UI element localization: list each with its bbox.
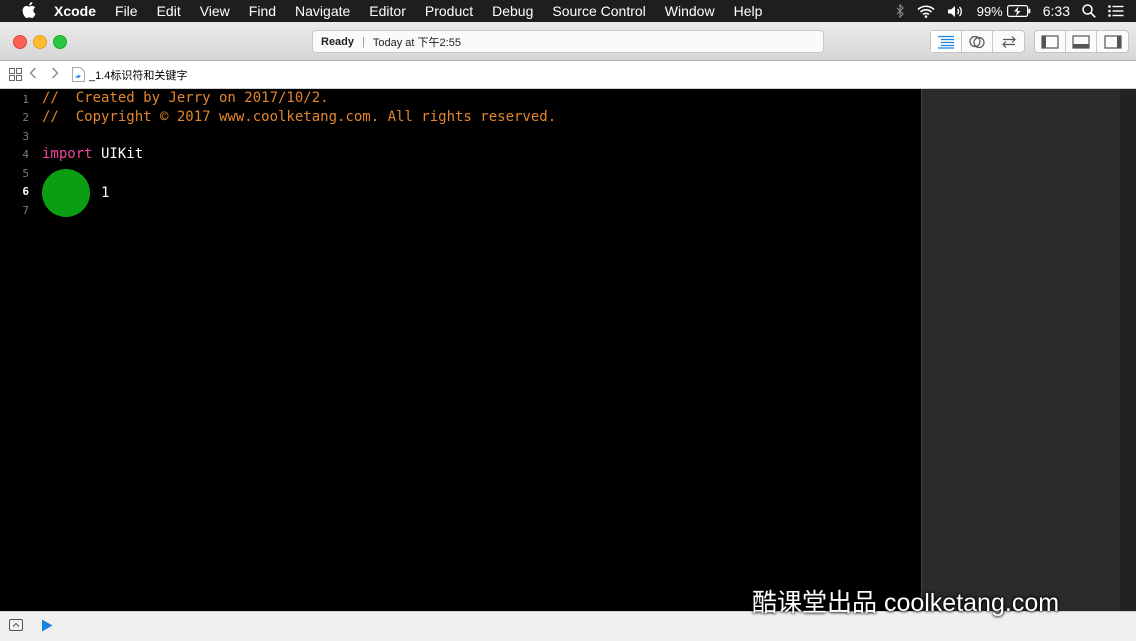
- code-line-comment: // Copyright © 2017 www.coolketang.com. …: [42, 109, 557, 125]
- line-number-current: 6: [22, 185, 29, 198]
- battery-charging-icon[interactable]: [1006, 5, 1031, 17]
- jump-bar: _1.4标识符和关键字: [0, 61, 1136, 89]
- activity-timestamp: Today at 下午2:55: [372, 36, 461, 49]
- menu-edit[interactable]: Edit: [157, 3, 181, 19]
- menu-file[interactable]: File: [115, 3, 138, 19]
- editor-mode-selector: [930, 30, 1025, 53]
- menu-find[interactable]: Find: [249, 3, 276, 19]
- menu-bar: Xcode File Edit View Find Navigate Edito…: [0, 0, 1136, 22]
- bluetooth-icon[interactable]: [895, 4, 905, 18]
- menu-debug[interactable]: Debug: [492, 3, 533, 19]
- watermark: 酷课堂出品 coolketang.com: [752, 589, 1060, 617]
- menu-view[interactable]: View: [200, 3, 230, 19]
- line-number: 7: [22, 204, 29, 217]
- window-close-button[interactable]: [13, 35, 27, 49]
- volume-icon[interactable]: [947, 5, 965, 18]
- version-editor-button[interactable]: [993, 31, 1024, 52]
- panel-toggle-group: [1034, 30, 1129, 53]
- debug-area-toggle-button[interactable]: [1066, 31, 1097, 52]
- wifi-icon[interactable]: [917, 5, 935, 18]
- code-line-import: import UIKit: [42, 146, 143, 162]
- back-chevron-icon[interactable]: [22, 66, 44, 83]
- module-name: UIKit: [92, 146, 144, 162]
- menu-bar-status: 99% 6:33: [895, 0, 1136, 22]
- jump-bar-file-name[interactable]: _1.4标识符和关键字: [89, 67, 187, 83]
- assistant-editor-button[interactable]: [962, 31, 993, 52]
- clock[interactable]: 6:33: [1043, 3, 1070, 19]
- menu-source-control[interactable]: Source Control: [552, 3, 645, 19]
- navigator-toggle-button[interactable]: [1035, 31, 1066, 52]
- line-number: 4: [22, 148, 29, 161]
- source-editor[interactable]: 1 2 3 4 5 6 7 // Created by Jerry on 201…: [0, 89, 921, 611]
- import-keyword: import: [42, 146, 93, 162]
- menu-window[interactable]: Window: [665, 3, 715, 19]
- click-indicator-circle: [42, 169, 90, 217]
- related-items-icon[interactable]: [8, 68, 22, 82]
- activity-viewer: Ready | Today at 下午2:55: [312, 30, 824, 53]
- menu-editor[interactable]: Editor: [369, 3, 406, 19]
- apple-icon[interactable]: [20, 1, 38, 21]
- activity-separator: |: [362, 35, 365, 48]
- run-playground-icon[interactable]: [41, 619, 53, 637]
- code-line-comment: // Created by Jerry on 2017/10/2.: [42, 90, 329, 106]
- battery-percent: 99%: [976, 3, 1003, 19]
- line-number: 3: [22, 130, 29, 143]
- menu-app-name[interactable]: Xcode: [54, 3, 96, 19]
- menu-help[interactable]: Help: [734, 3, 763, 19]
- window-minimize-button[interactable]: [33, 35, 47, 49]
- window-toolbar: Ready | Today at 下午2:55: [0, 22, 1136, 61]
- line-number: 5: [22, 167, 29, 180]
- swift-playground-file-icon: [72, 67, 85, 82]
- notification-center-icon[interactable]: [1108, 5, 1124, 17]
- utilities-toggle-button[interactable]: [1097, 31, 1128, 52]
- menu-product[interactable]: Product: [425, 3, 473, 19]
- window-zoom-button[interactable]: [53, 35, 67, 49]
- standard-editor-button[interactable]: [931, 31, 962, 52]
- spotlight-search-icon[interactable]: [1082, 4, 1096, 18]
- build-status: Ready: [321, 35, 355, 48]
- forward-chevron-icon[interactable]: [44, 66, 66, 83]
- playground-results-sidebar: [921, 89, 1136, 611]
- line-number: 2: [22, 111, 29, 124]
- show-debug-area-icon[interactable]: [9, 619, 23, 631]
- results-sidebar-edge: [1120, 89, 1136, 611]
- line-number: 1: [22, 93, 29, 106]
- code-line-text: 1: [101, 185, 110, 201]
- menu-navigate[interactable]: Navigate: [295, 3, 350, 19]
